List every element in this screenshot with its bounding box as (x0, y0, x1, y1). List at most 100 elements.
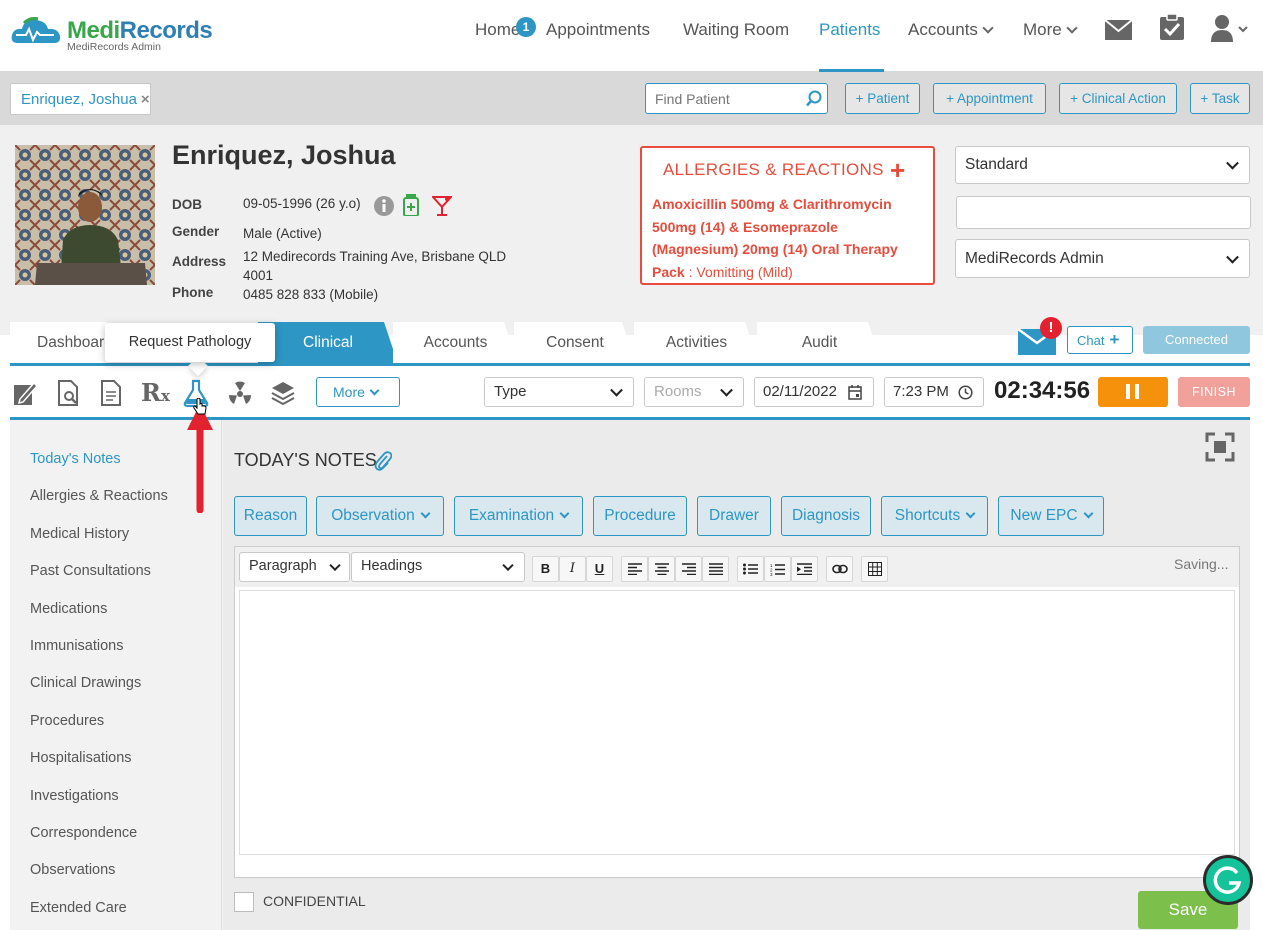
tab-clinical[interactable]: Clinical (258, 322, 398, 364)
sidebar-item-allergies[interactable]: Allergies & Reactions (30, 488, 168, 504)
mail-icon[interactable] (1105, 20, 1132, 40)
sidebar-item-procedures[interactable]: Procedures (30, 713, 104, 729)
find-patient-input[interactable] (645, 83, 828, 114)
blank-field[interactable] (956, 196, 1251, 229)
confidential-checkbox[interactable] (234, 892, 254, 912)
sidebar-item-clinical-drawings[interactable]: Clinical Drawings (30, 675, 141, 691)
table-icon (867, 562, 882, 576)
fullscreen-icon[interactable] (1205, 432, 1235, 462)
sidebar-item-medical-history[interactable]: Medical History (30, 526, 129, 542)
bullet-list-icon (743, 563, 758, 575)
chat-button[interactable]: Chat + (1067, 326, 1133, 354)
connected-status-button[interactable]: Connected (1143, 326, 1250, 354)
address-label: Address (172, 254, 227, 269)
close-icon[interactable]: × (141, 91, 150, 108)
tab-audit[interactable]: Audit (757, 322, 882, 364)
new-epc-button[interactable]: New EPC (998, 496, 1104, 536)
practitioner-select[interactable]: MediRecords Admin (955, 239, 1250, 278)
bullet-list-button[interactable] (737, 556, 764, 582)
fee-type-select[interactable]: Standard (955, 146, 1250, 184)
sidebar-item-todays-notes[interactable]: Today's Notes (30, 451, 121, 467)
rooms-select[interactable]: Rooms (644, 377, 744, 407)
examination-button[interactable]: Examination (454, 496, 583, 536)
nav-appointments[interactable]: Appointments (546, 20, 650, 40)
chevron-down-icon (420, 508, 431, 519)
tab-activities[interactable]: Activities (634, 322, 759, 364)
paragraph-format-select[interactable]: Paragraph (239, 552, 350, 582)
info-icon[interactable] (374, 196, 394, 216)
align-right-button[interactable] (675, 556, 702, 582)
medication-bottle-icon[interactable] (403, 194, 419, 216)
clipboard-check-icon[interactable] (1160, 14, 1184, 40)
align-center-button[interactable] (648, 556, 675, 582)
tab-accounts[interactable]: Accounts (393, 322, 518, 364)
nav-more[interactable]: More (1023, 20, 1078, 40)
chevron-down-icon (1083, 508, 1094, 519)
nav-waiting-room[interactable]: Waiting Room (683, 20, 789, 40)
finish-button[interactable]: FINISH (1178, 377, 1250, 407)
add-clinical-action-button[interactable]: + Clinical Action (1059, 83, 1177, 114)
procedure-button[interactable]: Procedure (593, 496, 687, 536)
sidebar-item-investigations[interactable]: Investigations (30, 788, 119, 804)
allergies-title: ALLERGIES & REACTIONS (663, 160, 884, 179)
notes-edit-icon[interactable] (12, 379, 38, 407)
allergy-item[interactable]: Amoxicillin 500mg & Clarithromycin 500mg… (652, 193, 922, 283)
clock-icon[interactable] (958, 385, 973, 400)
numbered-list-button[interactable]: 123 (764, 556, 791, 582)
add-task-button[interactable]: + Task (1190, 83, 1250, 114)
diagnosis-button[interactable]: Diagnosis (781, 496, 871, 536)
sidebar-item-correspondence[interactable]: Correspondence (30, 825, 137, 841)
tab-consent[interactable]: Consent (514, 322, 636, 364)
nav-home[interactable]: Home (475, 20, 520, 40)
align-left-button[interactable] (621, 556, 648, 582)
open-patient-tab[interactable]: Enriquez, Joshua × (10, 83, 151, 115)
sidebar-item-past-consultations[interactable]: Past Consultations (30, 563, 151, 579)
italic-button[interactable]: I (559, 556, 586, 582)
link-icon (831, 564, 848, 574)
bold-button[interactable]: B (532, 556, 559, 582)
insert-link-button[interactable] (826, 556, 853, 582)
add-patient-button[interactable]: + Patient (845, 83, 920, 114)
underline-button[interactable]: U (586, 556, 613, 582)
observation-button[interactable]: Observation (316, 496, 444, 536)
reason-button[interactable]: Reason (234, 496, 307, 536)
nav-patients[interactable]: Patients (819, 20, 880, 40)
sidebar-item-medications[interactable]: Medications (30, 601, 107, 617)
nav-more-label: More (1023, 20, 1062, 39)
notes-text-area[interactable] (239, 590, 1235, 855)
new-epc-button-label: New EPC (1010, 507, 1078, 524)
address-value: 12 Medirecords Training Ave, Brisbane QL… (243, 249, 507, 283)
radiology-icon[interactable] (227, 379, 253, 407)
sidebar-item-observations[interactable]: Observations (30, 862, 115, 878)
headings-select[interactable]: Headings (351, 552, 525, 582)
prescription-rx-icon[interactable]: Rx (141, 378, 170, 407)
justify-button[interactable] (702, 556, 729, 582)
add-appointment-button[interactable]: + Appointment (933, 83, 1046, 114)
nav-accounts[interactable]: Accounts (908, 20, 994, 40)
document-search-icon[interactable] (56, 379, 82, 407)
layers-stack-icon[interactable] (270, 379, 296, 407)
tab-dashboard[interactable]: Dashboard (10, 322, 120, 364)
indent-button[interactable] (791, 556, 818, 582)
insert-table-button[interactable] (861, 556, 888, 582)
calendar-icon[interactable] (848, 385, 862, 400)
type-select[interactable]: Type (484, 377, 634, 407)
document-icon[interactable] (99, 379, 125, 407)
pause-button[interactable] (1098, 377, 1168, 407)
paperclip-icon[interactable] (374, 451, 392, 471)
alcohol-cocktail-icon[interactable] (432, 195, 452, 217)
drawer-button[interactable]: Drawer (697, 496, 771, 536)
shortcuts-button[interactable]: Shortcuts (881, 496, 988, 536)
search-icon[interactable] (806, 90, 823, 107)
grammarly-widget[interactable] (1203, 855, 1253, 905)
phone-label: Phone (172, 285, 214, 300)
sidebar-item-hospitalisations[interactable]: Hospitalisations (30, 750, 132, 766)
user-account-icon[interactable] (1210, 14, 1250, 42)
align-right-icon (681, 563, 696, 576)
more-tools-button[interactable]: More (316, 377, 400, 407)
sidebar-item-extended-care[interactable]: Extended Care (30, 900, 127, 916)
chevron-down-icon (1066, 22, 1078, 34)
sidebar-item-immunisations[interactable]: Immunisations (30, 638, 123, 654)
add-allergy-button[interactable]: + (890, 155, 905, 186)
phone-value: 0485 828 833 (Mobile) (243, 287, 379, 302)
